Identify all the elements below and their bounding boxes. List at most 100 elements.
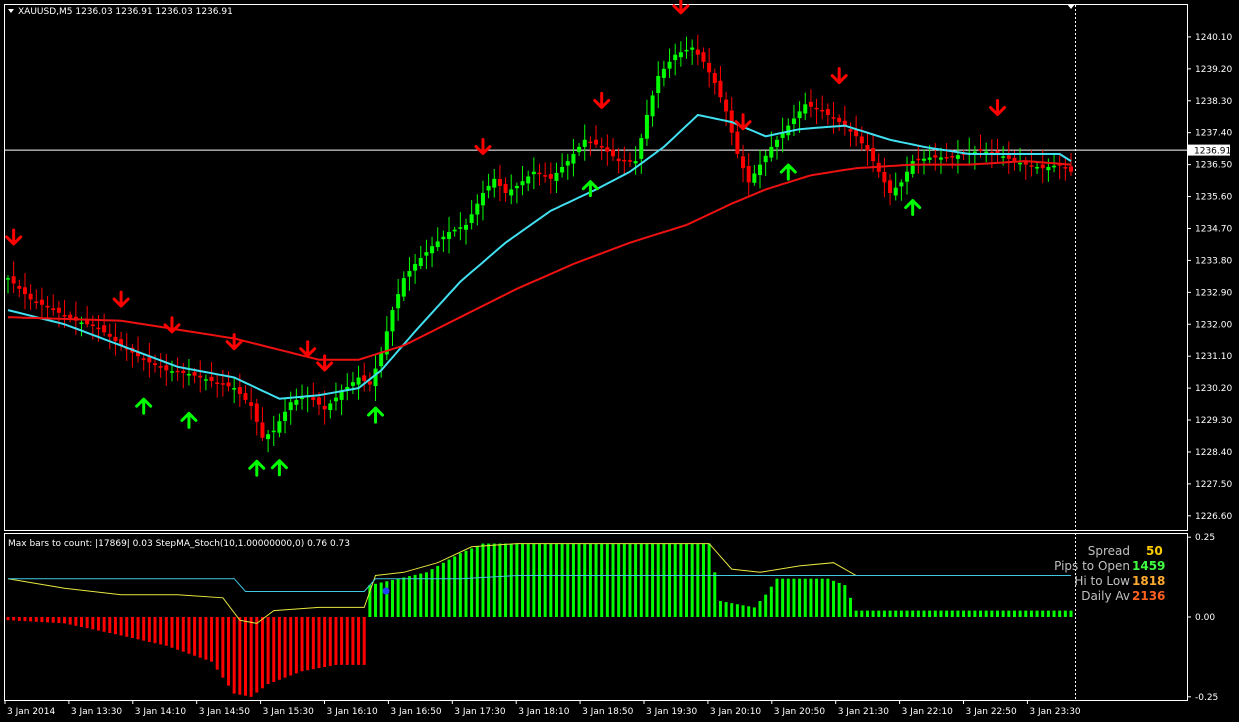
candle-body: [599, 146, 604, 148]
price-tick-label: 1227.50: [1195, 480, 1232, 490]
candle-body: [294, 399, 299, 405]
time-tick-label: 3 Jan 16:50: [390, 707, 442, 717]
histogram-bar: [215, 617, 219, 670]
candle-body: [882, 171, 887, 183]
histogram-bar: [577, 543, 581, 617]
price-tick-label: 1228.40: [1195, 448, 1232, 458]
candle-body: [79, 322, 84, 324]
histogram-bar: [147, 617, 151, 642]
candle-body: [39, 299, 44, 305]
candle-body: [673, 54, 678, 61]
candle-body: [978, 149, 983, 151]
candle-body: [820, 109, 825, 112]
candle-body: [203, 379, 208, 381]
histogram-bar: [656, 543, 660, 617]
main-pane[interactable]: [4, 4, 1188, 531]
candle-body: [62, 314, 67, 317]
candle-body: [944, 157, 949, 159]
time-tick-label: 3 Jan 18:50: [582, 707, 634, 717]
price-tick-label: 1238.30: [1195, 97, 1232, 107]
candle-body: [758, 164, 763, 175]
candle-body: [68, 314, 73, 319]
histogram-bar: [588, 543, 592, 617]
spread-label: Spread: [1088, 544, 1130, 558]
price-tick-label: 1229.30: [1195, 416, 1232, 426]
candle-body: [147, 357, 152, 363]
histogram-bar: [600, 543, 604, 617]
histogram-bar: [1046, 610, 1050, 617]
histogram-bar: [436, 565, 440, 617]
candle-body: [164, 365, 169, 371]
current-price-label: 1236.91: [1194, 147, 1231, 157]
histogram-bar: [826, 578, 830, 617]
candle-body: [735, 131, 740, 154]
histogram-bar: [390, 579, 394, 617]
candle-body: [644, 114, 649, 139]
oscillator-axis: 0.25 0.00 -0.25: [1187, 533, 1218, 703]
candle-body: [158, 366, 163, 368]
candle-body: [531, 171, 536, 175]
histogram-bar: [1012, 610, 1016, 617]
time-tick-label: 3 Jan 14:10: [135, 707, 187, 717]
candle-body: [316, 397, 321, 405]
histogram-bar: [243, 617, 247, 696]
histogram-bar: [481, 543, 485, 617]
osc-tick-label: -0.25: [1195, 693, 1218, 703]
candle-body: [707, 63, 712, 73]
histogram-bar: [136, 617, 140, 640]
candle-body: [1046, 166, 1051, 171]
histogram-bar: [504, 543, 508, 617]
histogram-bar: [46, 617, 50, 623]
candle-body: [1012, 157, 1017, 162]
candle-body: [605, 147, 610, 152]
histogram-bar: [80, 617, 84, 627]
histogram-bar: [967, 610, 971, 617]
histogram-bar: [696, 543, 700, 617]
histogram-bar: [956, 610, 960, 617]
price-tick-label: 1239.20: [1195, 65, 1232, 75]
candle-body: [633, 161, 638, 164]
candle-body: [311, 397, 316, 400]
candle-body: [407, 271, 412, 277]
trading-chart[interactable]: XAUUSD,M5 1236.03 1236.91 1236.03 1236.9…: [0, 0, 1239, 722]
histogram-bar: [549, 543, 553, 617]
histogram-bar: [803, 578, 807, 617]
candle-body: [718, 80, 723, 98]
candle-body: [933, 155, 938, 158]
candle-body: [379, 352, 384, 367]
candle-body: [797, 111, 802, 119]
histogram-bar: [1024, 610, 1028, 617]
candle-body: [893, 187, 898, 196]
candle-body: [554, 172, 559, 181]
histogram-bar: [639, 543, 643, 617]
histogram-bar: [538, 543, 541, 617]
histogram-bar: [945, 610, 949, 617]
candle-body: [198, 375, 203, 378]
time-tick-label: 3 Jan 22:50: [966, 707, 1018, 717]
time-tick-label: 3 Jan 17:30: [454, 707, 506, 717]
histogram-bar: [492, 543, 496, 617]
histogram-bar: [617, 543, 621, 617]
candle-body: [11, 276, 16, 284]
candle-body: [1029, 165, 1034, 167]
price-tick-label: 1232.00: [1195, 320, 1232, 330]
histogram-bar: [928, 610, 932, 617]
histogram-bar: [554, 543, 558, 617]
candle-body: [938, 157, 943, 160]
histogram-bar: [198, 617, 202, 658]
candle-body: [955, 155, 960, 159]
candle-body: [543, 175, 548, 177]
candle-body: [1001, 156, 1006, 158]
histogram-bar: [973, 610, 977, 617]
candle-body: [237, 387, 242, 395]
candle-body: [51, 308, 56, 311]
histogram-bar: [113, 617, 117, 635]
histogram-bar: [255, 617, 259, 693]
candle-body: [684, 49, 689, 52]
candle-body: [102, 325, 107, 333]
candle-body: [514, 185, 519, 189]
candle-body: [28, 293, 33, 300]
price-tick-label: 1226.60: [1195, 512, 1232, 522]
candle-body: [616, 158, 621, 162]
histogram-bar: [594, 543, 598, 617]
